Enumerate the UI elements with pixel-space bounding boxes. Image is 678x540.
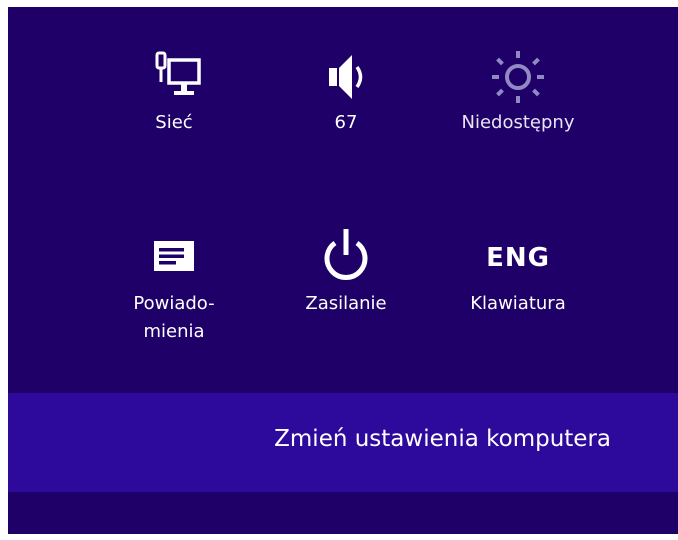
notifications-label-line2: mienia <box>143 321 205 342</box>
network-icon <box>155 51 201 95</box>
settings-charm-panel: Sieć 67 Niedostępny Powiado- mienia Zasi… <box>8 7 678 534</box>
keyboard-language-indicator: ENG <box>486 243 550 273</box>
change-pc-settings-label: Zmień ustawienia komputera <box>274 426 611 452</box>
notifications-icon <box>154 241 194 271</box>
network-tile[interactable]: Sieć <box>99 50 249 136</box>
change-pc-settings-button[interactable]: Zmień ustawienia komputera <box>8 393 678 492</box>
power-tile[interactable]: Zasilanie <box>271 229 421 319</box>
brightness-icon <box>492 51 544 103</box>
keyboard-tile[interactable]: ENG Klawiatura <box>443 229 593 319</box>
keyboard-label: Klawiatura <box>470 293 566 314</box>
volume-icon <box>329 55 363 99</box>
power-icon <box>324 229 368 280</box>
brightness-label: Niedostępny <box>461 112 575 133</box>
notifications-tile[interactable]: Powiado- mienia <box>99 229 249 347</box>
volume-level: 67 <box>334 112 358 133</box>
power-label: Zasilanie <box>305 293 387 314</box>
volume-tile[interactable]: 67 <box>271 50 421 136</box>
network-label: Sieć <box>155 112 193 133</box>
notifications-label-line1: Powiado- <box>133 293 215 314</box>
brightness-tile[interactable]: Niedostępny <box>443 50 593 136</box>
